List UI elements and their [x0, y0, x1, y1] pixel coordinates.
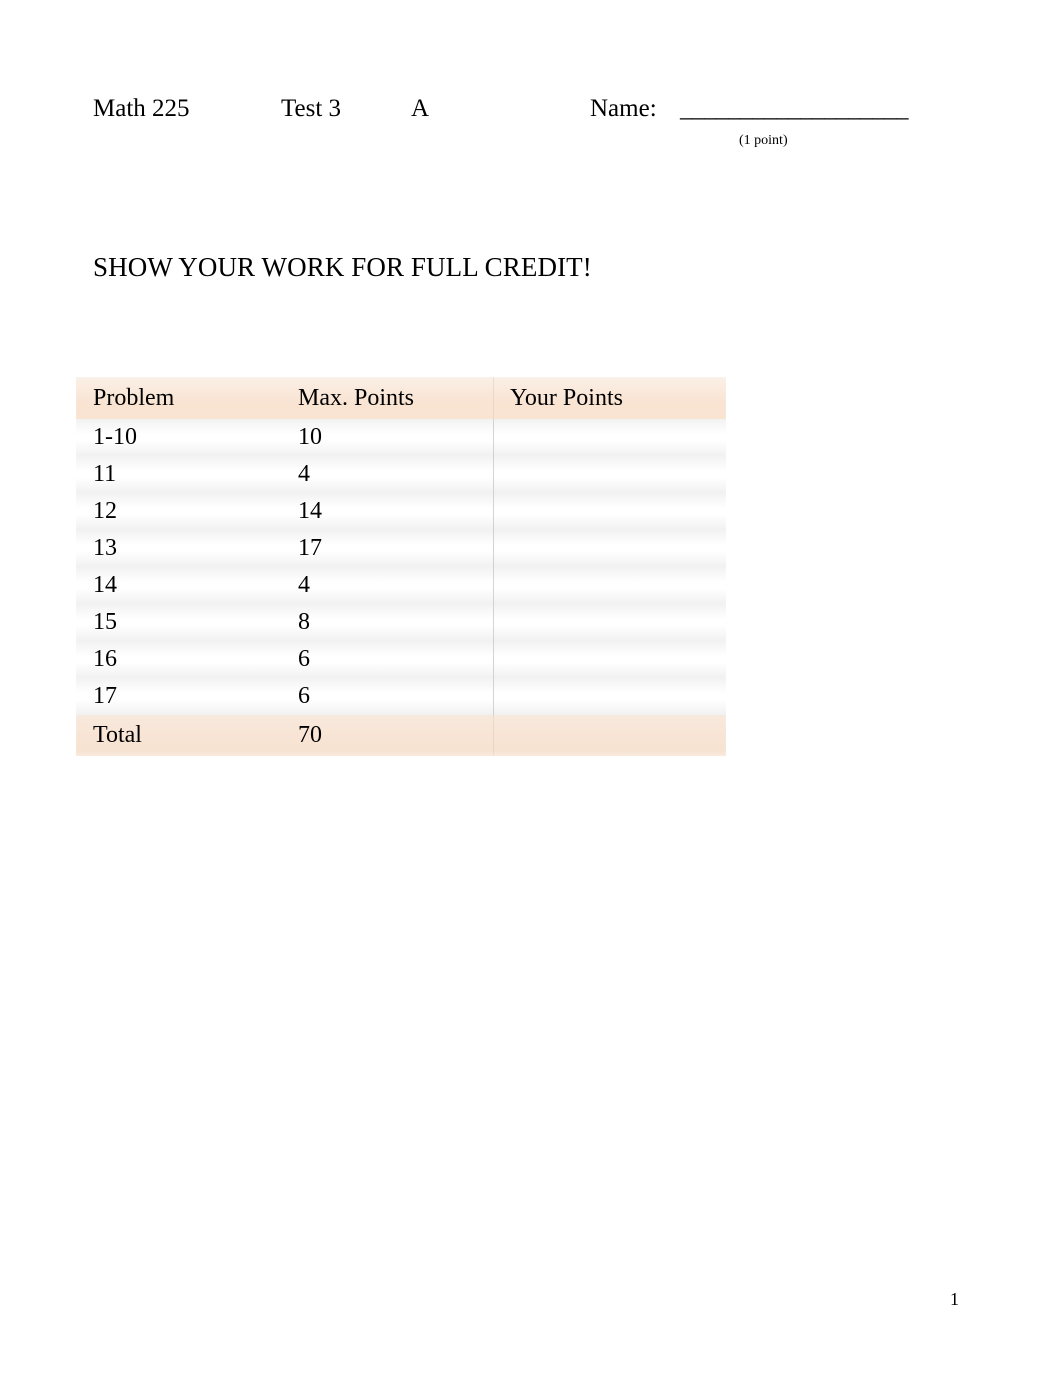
course-title: Math 225 [93, 95, 190, 122]
score-table-head: Problem Max. Points Your Points [76, 377, 726, 419]
table-row: 16 6 [76, 641, 726, 678]
cell-max-points: 4 [281, 567, 493, 604]
cell-max-points: 4 [281, 456, 493, 493]
cell-total-your-points[interactable] [493, 715, 726, 756]
document-page: Math 225 Test 3 A Name: ________________… [0, 0, 1062, 1377]
cell-problem: 14 [76, 567, 281, 604]
cell-total-label: Total [76, 715, 281, 756]
cell-your-points[interactable] [493, 419, 726, 456]
table-row: 14 4 [76, 567, 726, 604]
table-row: 13 17 [76, 530, 726, 567]
show-work-heading: SHOW YOUR WORK FOR FULL CREDIT! [93, 252, 592, 282]
score-table-foot: Total 70 [76, 715, 726, 756]
name-blank-field[interactable]: ___________________ [680, 90, 909, 128]
cell-your-points[interactable] [493, 678, 726, 715]
cell-problem: 13 [76, 530, 281, 567]
score-table-container: Problem Max. Points Your Points 1-10 10 … [62, 367, 742, 767]
cell-problem: 16 [76, 641, 281, 678]
cell-max-points: 17 [281, 530, 493, 567]
cell-max-points: 6 [281, 641, 493, 678]
column-header-problem: Problem [76, 377, 281, 419]
cell-your-points[interactable] [493, 641, 726, 678]
table-row: 11 4 [76, 456, 726, 493]
cell-problem: 17 [76, 678, 281, 715]
cell-your-points[interactable] [493, 567, 726, 604]
name-label: Name: [590, 95, 657, 122]
column-header-max-points: Max. Points [281, 377, 493, 419]
score-table: Problem Max. Points Your Points 1-10 10 … [76, 377, 726, 756]
cell-total-max-points: 70 [281, 715, 493, 756]
table-row: 17 6 [76, 678, 726, 715]
table-row: 12 14 [76, 493, 726, 530]
cell-max-points: 10 [281, 419, 493, 456]
table-row: 15 8 [76, 604, 726, 641]
cell-max-points: 14 [281, 493, 493, 530]
cell-your-points[interactable] [493, 604, 726, 641]
cell-problem: 12 [76, 493, 281, 530]
cell-your-points[interactable] [493, 530, 726, 567]
cell-max-points: 6 [281, 678, 493, 715]
cell-your-points[interactable] [493, 493, 726, 530]
test-version: A [411, 95, 430, 122]
name-points-note: (1 point) [739, 133, 788, 148]
table-edge-fade-right [724, 369, 742, 765]
column-header-your-points: Your Points [493, 377, 726, 419]
cell-max-points: 8 [281, 604, 493, 641]
score-table-body: 1-10 10 11 4 12 14 13 17 14 4 15 8 16 6 … [76, 419, 726, 715]
cell-problem: 1-10 [76, 419, 281, 456]
test-number: Test 3 [281, 95, 342, 122]
cell-your-points[interactable] [493, 456, 726, 493]
document-header: Math 225 Test 3 A Name: ________________… [93, 90, 973, 148]
cell-problem: 15 [76, 604, 281, 641]
cell-problem: 11 [76, 456, 281, 493]
table-row: 1-10 10 [76, 419, 726, 456]
table-header-row: Problem Max. Points Your Points [76, 377, 726, 419]
page-number: 1 [950, 1289, 959, 1309]
table-total-row: Total 70 [76, 715, 726, 756]
